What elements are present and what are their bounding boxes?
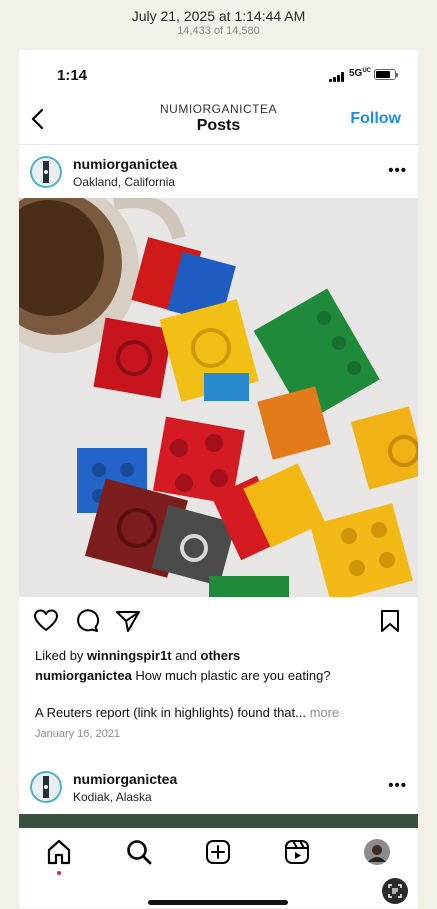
reels-icon[interactable]: [283, 838, 311, 866]
share-icon[interactable]: [115, 608, 141, 634]
notification-dot: [57, 871, 61, 875]
comment-icon[interactable]: [74, 608, 100, 634]
next-post-header: numiorganictea Kodiak, Alaska •••: [19, 769, 418, 813]
caption-username[interactable]: numiorganictea: [35, 668, 132, 683]
tab-bar: [19, 828, 418, 908]
header-divider: [19, 144, 418, 145]
follow-button[interactable]: Follow: [350, 110, 401, 128]
post-location[interactable]: Kodiak, Alaska: [73, 790, 152, 804]
photo-counter: 14,433 of 14,580: [177, 25, 260, 37]
home-icon[interactable]: [45, 838, 73, 866]
scan-text-icon[interactable]: [382, 878, 408, 904]
liked-user[interactable]: winningspir1t: [87, 648, 172, 663]
more-link[interactable]: more: [310, 705, 340, 720]
search-icon[interactable]: [125, 838, 153, 866]
ellipsis-icon[interactable]: •••: [388, 777, 407, 794]
profile-avatar[interactable]: [363, 838, 391, 866]
caption: numiorganictea How much plastic are you …: [35, 668, 331, 683]
status-bar: 1:14 5GUC: [19, 50, 418, 98]
status-time: 1:14: [57, 67, 88, 84]
signal-icon: [329, 72, 345, 82]
ellipsis-icon[interactable]: •••: [388, 162, 407, 179]
battery-icon: [374, 69, 398, 80]
post-username[interactable]: numiorganictea: [73, 771, 177, 787]
photo-date: July 21, 2025 at 1:14:44 AM: [131, 8, 306, 24]
photo-viewer-header: July 21, 2025 at 1:14:44 AM 14,433 of 14…: [0, 0, 437, 50]
page-header: NUMIORGANICTEA Posts Follow: [19, 98, 418, 144]
heart-icon[interactable]: [33, 608, 59, 634]
post-header: numiorganictea Oakland, California •••: [19, 154, 418, 198]
liked-others[interactable]: others: [201, 648, 241, 663]
post-actions: [19, 608, 418, 636]
avatar[interactable]: [30, 771, 62, 803]
caption-continued: A Reuters report (link in highlights) fo…: [35, 705, 340, 720]
post-location[interactable]: Oakland, California: [73, 175, 175, 189]
network-label: 5GUC: [349, 68, 372, 79]
home-indicator: [148, 900, 288, 905]
bookmark-icon[interactable]: [377, 608, 403, 634]
phone-screen: 1:14 5GUC NUMIORGANICTEA Posts Follow nu…: [19, 50, 418, 908]
avatar[interactable]: [30, 156, 62, 188]
post-username[interactable]: numiorganictea: [73, 156, 177, 172]
likes-line: Liked by winningspir1t and others: [35, 648, 241, 663]
post-date: January 16, 2021: [35, 728, 121, 740]
create-icon[interactable]: [204, 838, 232, 866]
post-image: [19, 198, 418, 597]
